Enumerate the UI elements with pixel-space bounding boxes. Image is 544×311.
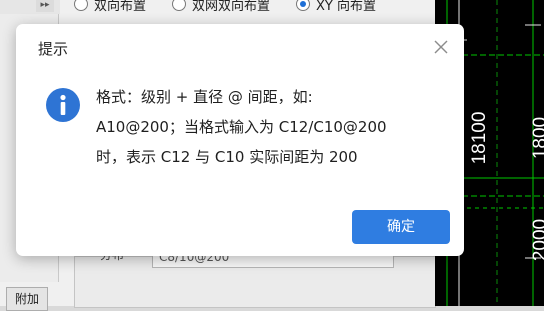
append-button[interactable]: 附加 xyxy=(6,287,48,311)
ok-button[interactable]: 确定 xyxy=(352,210,450,244)
dimension-text-18100: 18100 xyxy=(469,112,490,165)
radio-xy[interactable]: XY 向布置 xyxy=(296,0,376,14)
radio-button-icon[interactable] xyxy=(172,0,187,11)
dimension-text-2000: 2000 xyxy=(530,219,544,261)
radio-two-way[interactable]: 双向布置 xyxy=(74,0,146,14)
radio-label: 双向布置 xyxy=(94,0,147,14)
radio-double-net[interactable]: 双网双向布置 xyxy=(172,0,270,14)
dimension-text-1800: 1800 xyxy=(530,117,544,159)
dialog-title: 提示 xyxy=(38,40,69,58)
message-line: 格式：级别 + 直径 @ 间距，如: xyxy=(96,88,313,106)
radio-label: XY 向布置 xyxy=(316,0,377,14)
close-icon[interactable] xyxy=(432,38,450,56)
radio-button-icon[interactable] xyxy=(74,0,88,11)
info-icon xyxy=(46,88,80,122)
message-line: 时，表示 C12 与 C10 实际间距为 200 xyxy=(96,148,358,166)
info-dialog: 提示 格式：级别 + 直径 @ 间距，如: A10@200；当格式输入为 C12… xyxy=(16,24,464,256)
radio-label: 双网双向布置 xyxy=(192,0,271,14)
expand-arrows-icon[interactable]: ▸▸ xyxy=(36,0,54,12)
radio-button-checked-icon[interactable] xyxy=(296,0,311,11)
message-line: A10@200；当格式输入为 C12/C10@200 xyxy=(96,118,387,136)
dialog-message: 格式：级别 + 直径 @ 间距，如: A10@200；当格式输入为 C12/C1… xyxy=(96,82,387,172)
layout-radio-group: 双向布置 双网双向布置 XY 向布置 xyxy=(74,0,376,14)
